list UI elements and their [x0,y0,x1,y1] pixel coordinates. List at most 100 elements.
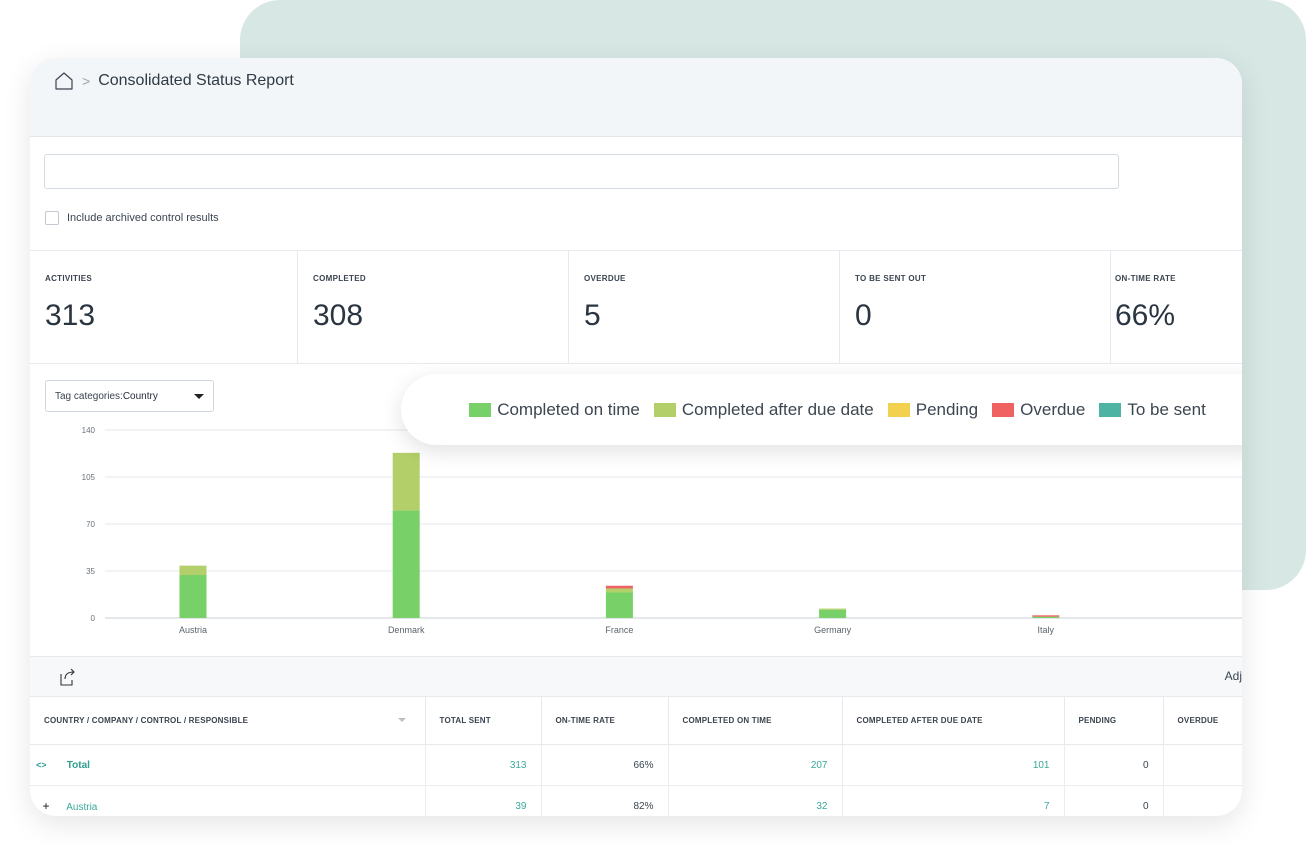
include-archived-checkbox[interactable] [45,211,59,225]
sub-header-bar [30,104,1242,137]
bar-segment[interactable] [392,452,420,511]
overdue-cell [1163,744,1242,786]
kpi-value: 313 [45,299,96,332]
adjust-columns-button[interactable]: Adj [1225,669,1242,683]
legend-item[interactable]: Overdue [992,400,1085,420]
kpi-label: ON-TIME RATE [1115,274,1176,283]
tag-category-select[interactable]: Tag categories: Country [45,380,214,412]
page-title: Consolidated Status Report [98,72,294,89]
bar-segment[interactable] [605,592,633,618]
legend-label: Overdue [1020,399,1086,419]
kpi-value: 5 [584,299,601,332]
bar-segment[interactable] [179,565,207,576]
include-archived-option[interactable]: Include archived control results [45,211,219,225]
x-tick-label: Germany [814,625,852,635]
kpi-value: 66% [1115,299,1176,332]
kpi-overdue: OVERDUE 5 [569,251,840,363]
kpi-label: OVERDUE [584,274,626,283]
collapse-toggle[interactable]: <> [36,760,64,770]
y-tick-label: 105 [82,473,96,482]
report-window: > Consolidated Status Report Include arc… [30,58,1242,816]
chart-legend: Completed on time Completed after due dat… [401,374,1242,445]
column-header[interactable]: COUNTRY / COMPANY / CONTROL / RESPONSIBL… [30,696,426,745]
kpi-label: ACTIVITIES [45,274,93,283]
legend-swatch [887,402,910,417]
completed-after-due-cell[interactable]: 101 [842,744,1065,786]
bar-segment[interactable] [819,609,847,618]
table-row-total[interactable]: <> Total 313 66% 207 101 0 [30,744,1242,786]
kpi-on-time-rate: ON-TIME RATE 66% [1111,251,1242,363]
completed-on-time-cell[interactable]: 32 [668,785,843,816]
legend-swatch [1099,402,1122,417]
export-icon[interactable] [58,667,78,687]
legend-swatch [992,402,1015,417]
overdue-cell [1163,785,1242,816]
bar-segment[interactable] [1032,615,1060,617]
column-header[interactable]: COMPLETED AFTER DUE DATE [842,696,1065,745]
legend-label: To be sent [1127,399,1206,419]
on-time-rate-cell: 82% [541,785,669,816]
breadcrumb-separator: > [82,73,91,89]
pending-cell: 0 [1064,744,1164,786]
legend-label: Completed on time [497,399,640,419]
legend-item[interactable]: Completed after due date [653,399,874,420]
column-header[interactable]: COMPLETED ON TIME [668,696,843,745]
kpi-completed: COMPLETED 308 [298,251,569,363]
kpi-summary: ACTIVITIES 313 COMPLETED 308 OVERDUE 5 T… [30,250,1242,364]
completed-after-due-cell[interactable]: 7 [842,785,1065,816]
row-name-cell[interactable]: + Austria [30,785,426,816]
total-sent-cell[interactable]: 39 [425,785,542,816]
table-toolbar: Adj [30,656,1242,697]
legend-swatch [469,402,492,417]
status-bar-chart: 0 35 70 105 140 Austria Denmark France Germany It… [82,426,1242,635]
row-name[interactable]: Total [67,760,90,771]
legend-item[interactable]: Completed on time [469,400,640,420]
pending-cell: 0 [1064,785,1164,816]
bar-segment[interactable] [392,510,420,618]
x-tick-label: France [605,625,633,635]
column-header[interactable]: OVERDUE [1163,696,1242,745]
on-time-rate-cell: 66% [541,744,669,786]
x-tick-label: Austria [179,625,207,635]
legend-label: Completed after due date [681,399,874,419]
legend-item[interactable]: Pending [887,399,979,420]
include-archived-label: Include archived control results [67,212,219,224]
sort-caret-icon[interactable] [397,718,406,722]
legend-label: Pending [915,399,979,419]
home-icon[interactable] [54,71,74,91]
y-tick-label: 35 [86,567,95,576]
bar-segment[interactable] [605,585,633,589]
kpi-value: 308 [313,299,364,332]
y-tick-label: 140 [82,426,96,435]
x-tick-label: Italy [1038,625,1055,635]
tag-category-value: Country [122,390,158,402]
column-header[interactable]: ON-TIME RATE [541,696,669,745]
bar-segment[interactable] [605,588,633,593]
column-header[interactable]: TOTAL SENT [425,696,542,745]
x-tick-label: Denmark [388,625,425,635]
column-header[interactable]: PENDING [1064,696,1164,745]
y-tick-label: 0 [91,614,96,623]
kpi-value: 0 [855,299,872,332]
kpi-label: COMPLETED [313,274,366,283]
row-name[interactable]: Austria [66,802,97,813]
filter-search-input[interactable] [44,154,1119,189]
legend-swatch [653,402,676,417]
total-sent-cell[interactable]: 313 [425,744,542,786]
kpi-to-be-sent-out: TO BE SENT OUT 0 [840,251,1111,363]
bar-segment[interactable] [179,575,207,618]
row-name-cell[interactable]: <> Total [30,744,426,786]
y-tick-label: 70 [86,520,95,529]
legend-item[interactable]: To be sent [1099,399,1206,420]
status-table: COUNTRY / COMPANY / CONTROL / RESPONSIBL… [30,696,1242,816]
kpi-label: TO BE SENT OUT [855,274,927,283]
bar-segment[interactable] [1032,616,1060,618]
expand-icon[interactable]: + [36,799,56,813]
kpi-activities: ACTIVITIES 313 [30,251,298,363]
table-row-austria[interactable]: + Austria 39 82% 32 7 0 [30,785,1242,816]
caret-down-icon [194,394,204,399]
completed-on-time-cell[interactable]: 207 [668,744,843,786]
table-header-row: COUNTRY / COMPANY / CONTROL / RESPONSIBL… [30,696,1242,745]
bar-segment[interactable] [819,608,847,610]
breadcrumb: > Consolidated Status Report [30,58,1242,104]
